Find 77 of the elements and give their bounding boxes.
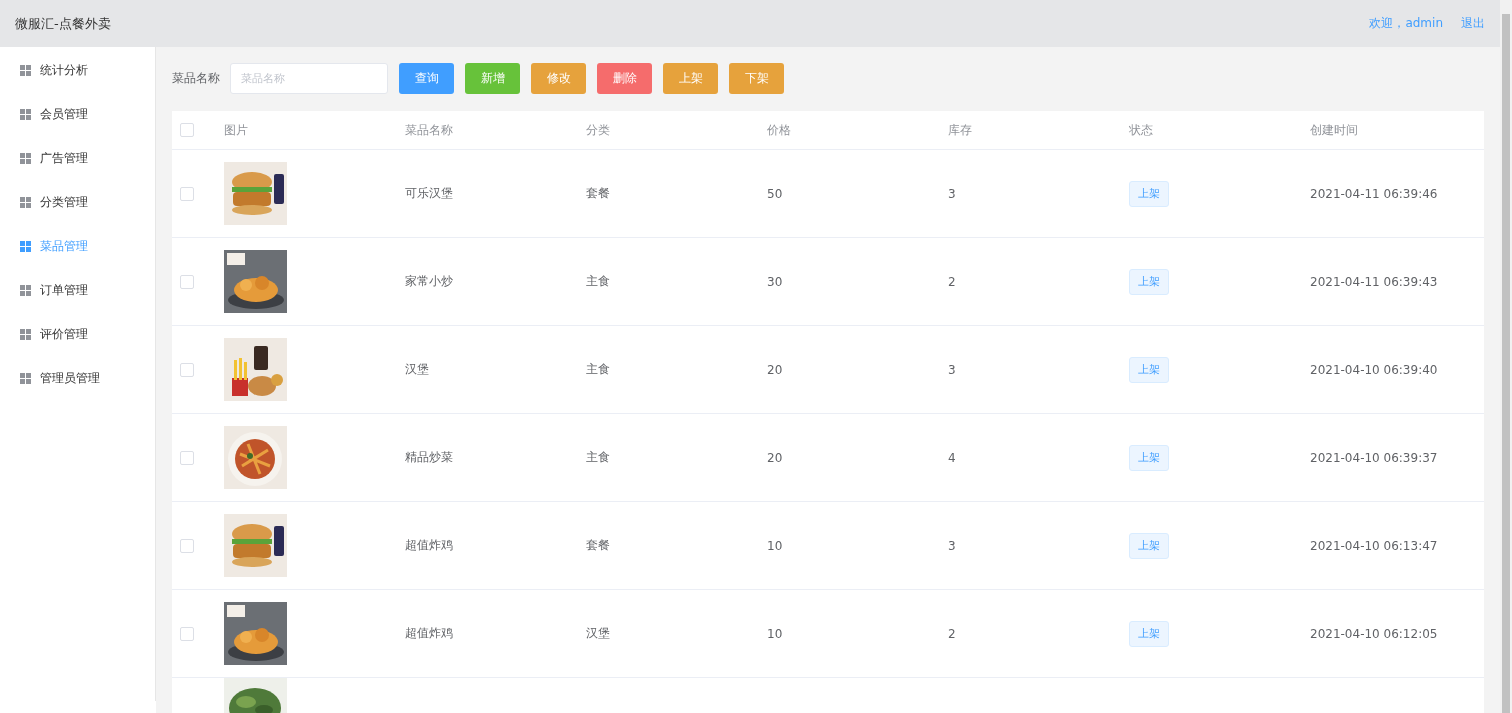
table-cell-text: 2021-04-10 06:13:47 — [1310, 538, 1439, 553]
table-cell-text: 2021-04-10 06:39:40 — [1310, 362, 1439, 377]
sidebar-item[interactable]: 管理员管理 — [0, 356, 155, 400]
checkbox[interactable] — [180, 450, 194, 465]
checkbox[interactable] — [180, 186, 194, 201]
table-cell-text: 4 — [948, 450, 957, 465]
table-cell-text: 主食 — [586, 361, 611, 378]
status-tag: 上架 — [1129, 268, 1169, 295]
scrollbar[interactable] — [1500, 0, 1512, 713]
status-tag: 上架 — [1129, 532, 1169, 559]
grid-icon — [20, 240, 31, 252]
toolbar-button[interactable]: 查询 — [399, 63, 454, 94]
grid-icon — [20, 284, 31, 296]
table-cell-text: 10 — [767, 626, 784, 641]
app-title: 微服汇-点餐外卖 — [15, 14, 111, 33]
toolbar-button[interactable]: 上架 — [663, 63, 718, 94]
grid-icon — [20, 328, 31, 340]
grid-icon — [20, 108, 31, 120]
table-cell-text: 2021-04-11 06:39:46 — [1310, 186, 1439, 201]
status-tag: 上架 — [1129, 356, 1169, 383]
table-cell-text: 10 — [767, 538, 784, 553]
checkbox[interactable] — [180, 123, 194, 137]
table-cell-text: 主食 — [586, 273, 611, 290]
column-header: 分类 — [586, 121, 611, 139]
status-tag: 上架 — [1129, 180, 1169, 207]
toolbar-button[interactable]: 下架 — [729, 63, 784, 94]
table-cell-text: 可乐汉堡 — [405, 185, 454, 202]
table-cell-text: 20 — [767, 362, 784, 377]
table-cell-text: 汉堡 — [405, 361, 430, 378]
column-header: 状态 — [1129, 121, 1154, 139]
toolbar-button[interactable]: 删除 — [597, 63, 652, 94]
sidebar-item[interactable]: 分类管理 — [0, 180, 155, 224]
table-cell-text: 精品炒菜 — [405, 449, 454, 466]
grid-icon — [20, 64, 31, 76]
column-header: 价格 — [767, 121, 792, 139]
grid-icon — [20, 152, 31, 164]
table-cell-text: 3 — [948, 362, 957, 377]
sidebar-item[interactable]: 评价管理 — [0, 312, 155, 356]
table-cell-text: 套餐 — [586, 537, 611, 554]
table-cell-text: 2 — [948, 274, 957, 289]
table-cell-text: 超值炸鸡 — [405, 537, 454, 554]
table-cell-text: 2021-04-10 06:12:05 — [1310, 626, 1439, 641]
table-cell-text: 主食 — [586, 449, 611, 466]
welcome-link[interactable]: 欢迎，admin — [1369, 15, 1443, 32]
sidebar-item[interactable]: 广告管理 — [0, 136, 155, 180]
table-cell-text: 3 — [948, 538, 957, 553]
table-cell-text: 2021-04-10 06:39:37 — [1310, 450, 1439, 465]
table-cell-text: 2021-04-11 06:39:43 — [1310, 274, 1439, 289]
table-cell-text: 30 — [767, 274, 784, 289]
table-cell-text: 20 — [767, 450, 784, 465]
table-cell-text: 家常小炒 — [405, 273, 454, 290]
grid-icon — [20, 372, 31, 384]
column-header: 菜品名称 — [405, 121, 454, 139]
table-cell-text: 汉堡 — [586, 625, 611, 642]
table-cell-text: 超值炸鸡 — [405, 625, 454, 642]
checkbox[interactable] — [180, 274, 194, 289]
field-label: 菜品名称 — [172, 70, 220, 87]
toolbar-button[interactable]: 修改 — [531, 63, 586, 94]
table-cell-text: 50 — [767, 186, 784, 201]
sidebar-item[interactable]: 菜品管理 — [0, 224, 155, 268]
status-tag: 上架 — [1129, 444, 1169, 471]
checkbox[interactable] — [180, 362, 194, 377]
column-header: 创建时间 — [1310, 121, 1359, 139]
sidebar-item[interactable]: 统计分析 — [0, 48, 155, 92]
table-cell-text: 套餐 — [586, 185, 611, 202]
column-header: 图片 — [224, 121, 249, 139]
column-header: 库存 — [948, 121, 973, 139]
sidebar-item[interactable]: 订单管理 — [0, 268, 155, 312]
toolbar-button[interactable]: 新增 — [465, 63, 520, 94]
checkbox[interactable] — [180, 538, 194, 553]
logout-link[interactable]: 退出 — [1461, 15, 1485, 32]
status-tag: 上架 — [1129, 620, 1169, 647]
checkbox[interactable] — [180, 626, 194, 641]
table-cell-text: 2 — [948, 626, 957, 641]
grid-icon — [20, 196, 31, 208]
sidebar-item[interactable]: 会员管理 — [0, 92, 155, 136]
table-cell-text: 3 — [948, 186, 957, 201]
